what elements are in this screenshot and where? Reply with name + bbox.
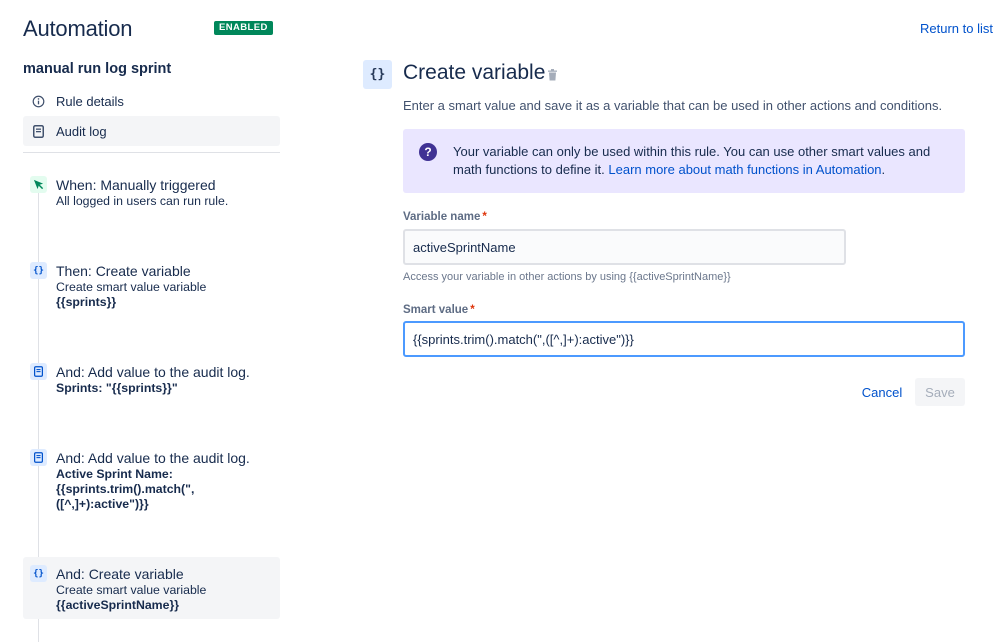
curly-braces-icon: {} xyxy=(363,60,392,89)
status-badge: ENABLED xyxy=(214,21,273,35)
rule-step-create-variable-active[interactable]: {} And: Create variable Create smart val… xyxy=(23,557,280,619)
nav-label: Audit log xyxy=(56,123,107,139)
panel-title: Create variable xyxy=(403,61,546,84)
step-description: Create smart value variable xyxy=(56,280,207,294)
step-value: {{sprints}} xyxy=(56,295,117,309)
step-value: Active Sprint Name: xyxy=(56,467,173,481)
trash-icon[interactable] xyxy=(547,68,558,81)
nav-rule-details[interactable]: Rule details xyxy=(23,86,280,116)
nav-label: Rule details xyxy=(56,93,124,109)
audit-log-icon xyxy=(31,124,45,138)
step-value: {{sprints.trim().match(", xyxy=(56,482,195,496)
sidebar-divider xyxy=(23,152,280,153)
label-text: Variable name xyxy=(403,211,481,223)
nav-audit-log[interactable]: Audit log xyxy=(23,116,280,146)
save-button[interactable]: Save xyxy=(915,378,965,406)
curly-braces-icon: {} xyxy=(30,565,47,582)
learn-more-link[interactable]: Learn more about math functions in Autom… xyxy=(608,162,881,177)
step-title: When: Manually triggered xyxy=(56,177,216,193)
smart-value-label: Smart value * xyxy=(403,304,475,316)
step-description: All logged in users can run rule. xyxy=(56,194,229,208)
required-mark: * xyxy=(470,304,475,316)
step-title: Then: Create variable xyxy=(56,263,191,279)
step-value: {{activeSprintName}} xyxy=(56,598,180,612)
info-icon xyxy=(31,94,45,108)
app-title: Automation xyxy=(23,16,133,41)
label-text: Smart value xyxy=(403,304,469,316)
rule-step-audit-log-sprints[interactable]: And: Add value to the audit log. Sprints… xyxy=(23,363,280,401)
return-to-list-link[interactable]: Return to list xyxy=(920,21,993,36)
step-title: And: Add value to the audit log. xyxy=(56,450,250,466)
variable-name-helper: Access your variable in other actions by… xyxy=(403,271,731,283)
rule-step-audit-log-active-sprint[interactable]: And: Add value to the audit log. Active … xyxy=(23,449,280,517)
panel-subtitle: Enter a smart value and save it as a var… xyxy=(403,98,943,113)
cursor-click-icon xyxy=(30,176,47,193)
rule-step-create-variable-sprints[interactable]: {} Then: Create variable Create smart va… xyxy=(23,262,280,314)
step-title: And: Add value to the audit log. xyxy=(56,364,250,380)
info-text: Your variable can only be used within th… xyxy=(453,143,953,179)
step-title: And: Create variable xyxy=(56,566,184,582)
smart-value-input[interactable] xyxy=(403,321,965,357)
required-mark: * xyxy=(482,211,487,223)
curly-braces-icon: {} xyxy=(30,262,47,279)
step-value: ([^,]+):active")}} xyxy=(56,497,149,511)
rule-step-trigger[interactable]: When: Manually triggered All logged in u… xyxy=(23,176,280,216)
variable-name-label: Variable name * xyxy=(403,211,487,223)
info-period: . xyxy=(881,162,886,177)
rule-name: manual run log sprint xyxy=(23,61,172,77)
audit-log-icon xyxy=(30,449,47,466)
info-banner: ? Your variable can only be used within … xyxy=(403,129,965,193)
cancel-button[interactable]: Cancel xyxy=(853,378,911,406)
step-value: Sprints: "{{sprints}}" xyxy=(56,381,178,395)
step-description: Create smart value variable xyxy=(56,583,207,597)
question-icon: ? xyxy=(419,143,437,161)
audit-log-icon xyxy=(30,363,47,380)
variable-name-input[interactable] xyxy=(403,229,846,265)
